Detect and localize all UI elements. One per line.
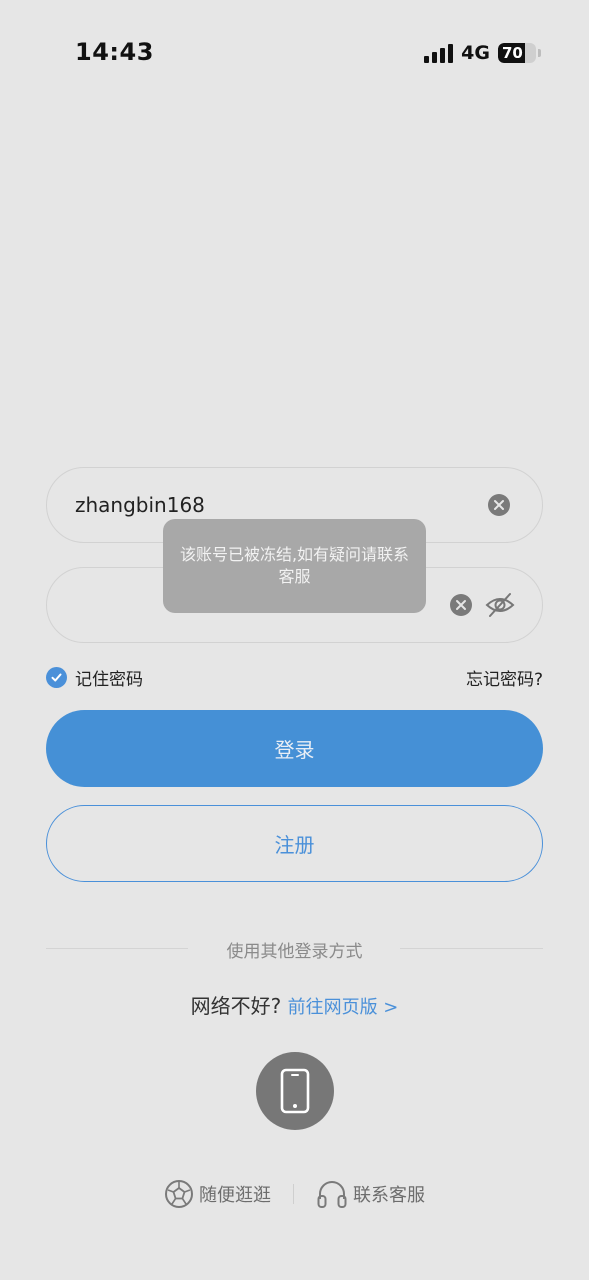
status-time: 14:43 bbox=[75, 38, 154, 66]
username-clear-icon[interactable] bbox=[488, 494, 510, 516]
battery-level: 70 bbox=[502, 44, 523, 62]
browse-link[interactable]: 随便逛逛 bbox=[164, 1179, 271, 1209]
status-indicators: 4G 70 bbox=[424, 40, 541, 66]
network-type: 4G bbox=[461, 42, 490, 64]
web-version-link[interactable]: 前往网页版 > bbox=[288, 997, 399, 1018]
remember-password-label: 记住密码 bbox=[75, 669, 143, 690]
phone-login-button[interactable] bbox=[256, 1052, 334, 1130]
football-icon bbox=[165, 1180, 193, 1208]
browse-label: 随便逛逛 bbox=[199, 1185, 271, 1206]
headset-icon bbox=[317, 1181, 347, 1208]
forgot-password-link[interactable]: 忘记密码? bbox=[466, 665, 543, 690]
network-prompt-row: 网络不好? 前往网页版 > bbox=[0, 990, 589, 1019]
login-screen: 14:43 4G 70 zhangbin168 该账号已被冻结,如有疑问请联系客… bbox=[0, 0, 589, 1280]
footer-links: 随便逛逛 联系客服 bbox=[0, 1178, 589, 1210]
other-login-methods-label: 使用其他登录方式 bbox=[226, 942, 363, 962]
battery-icon: 70 bbox=[498, 43, 536, 63]
battery-tip bbox=[538, 49, 541, 57]
contact-support-label: 联系客服 bbox=[353, 1185, 425, 1206]
network-prompt-text: 网络不好? bbox=[190, 994, 282, 1018]
register-button[interactable]: 注册 bbox=[46, 805, 543, 882]
frozen-account-toast: 该账号已被冻结,如有疑问请联系客服 bbox=[163, 519, 426, 613]
password-clear-icon[interactable] bbox=[450, 594, 472, 616]
smartphone-icon bbox=[280, 1068, 310, 1114]
divider-right bbox=[400, 948, 543, 949]
check-circle-icon bbox=[46, 666, 67, 688]
contact-support-link[interactable]: 联系客服 bbox=[316, 1179, 425, 1209]
footer-separator bbox=[293, 1184, 294, 1204]
remember-password-checkbox[interactable]: 记住密码 bbox=[46, 666, 143, 690]
signal-icon bbox=[424, 43, 454, 63]
eye-off-icon[interactable] bbox=[485, 591, 515, 619]
login-button[interactable]: 登录 bbox=[46, 710, 543, 787]
